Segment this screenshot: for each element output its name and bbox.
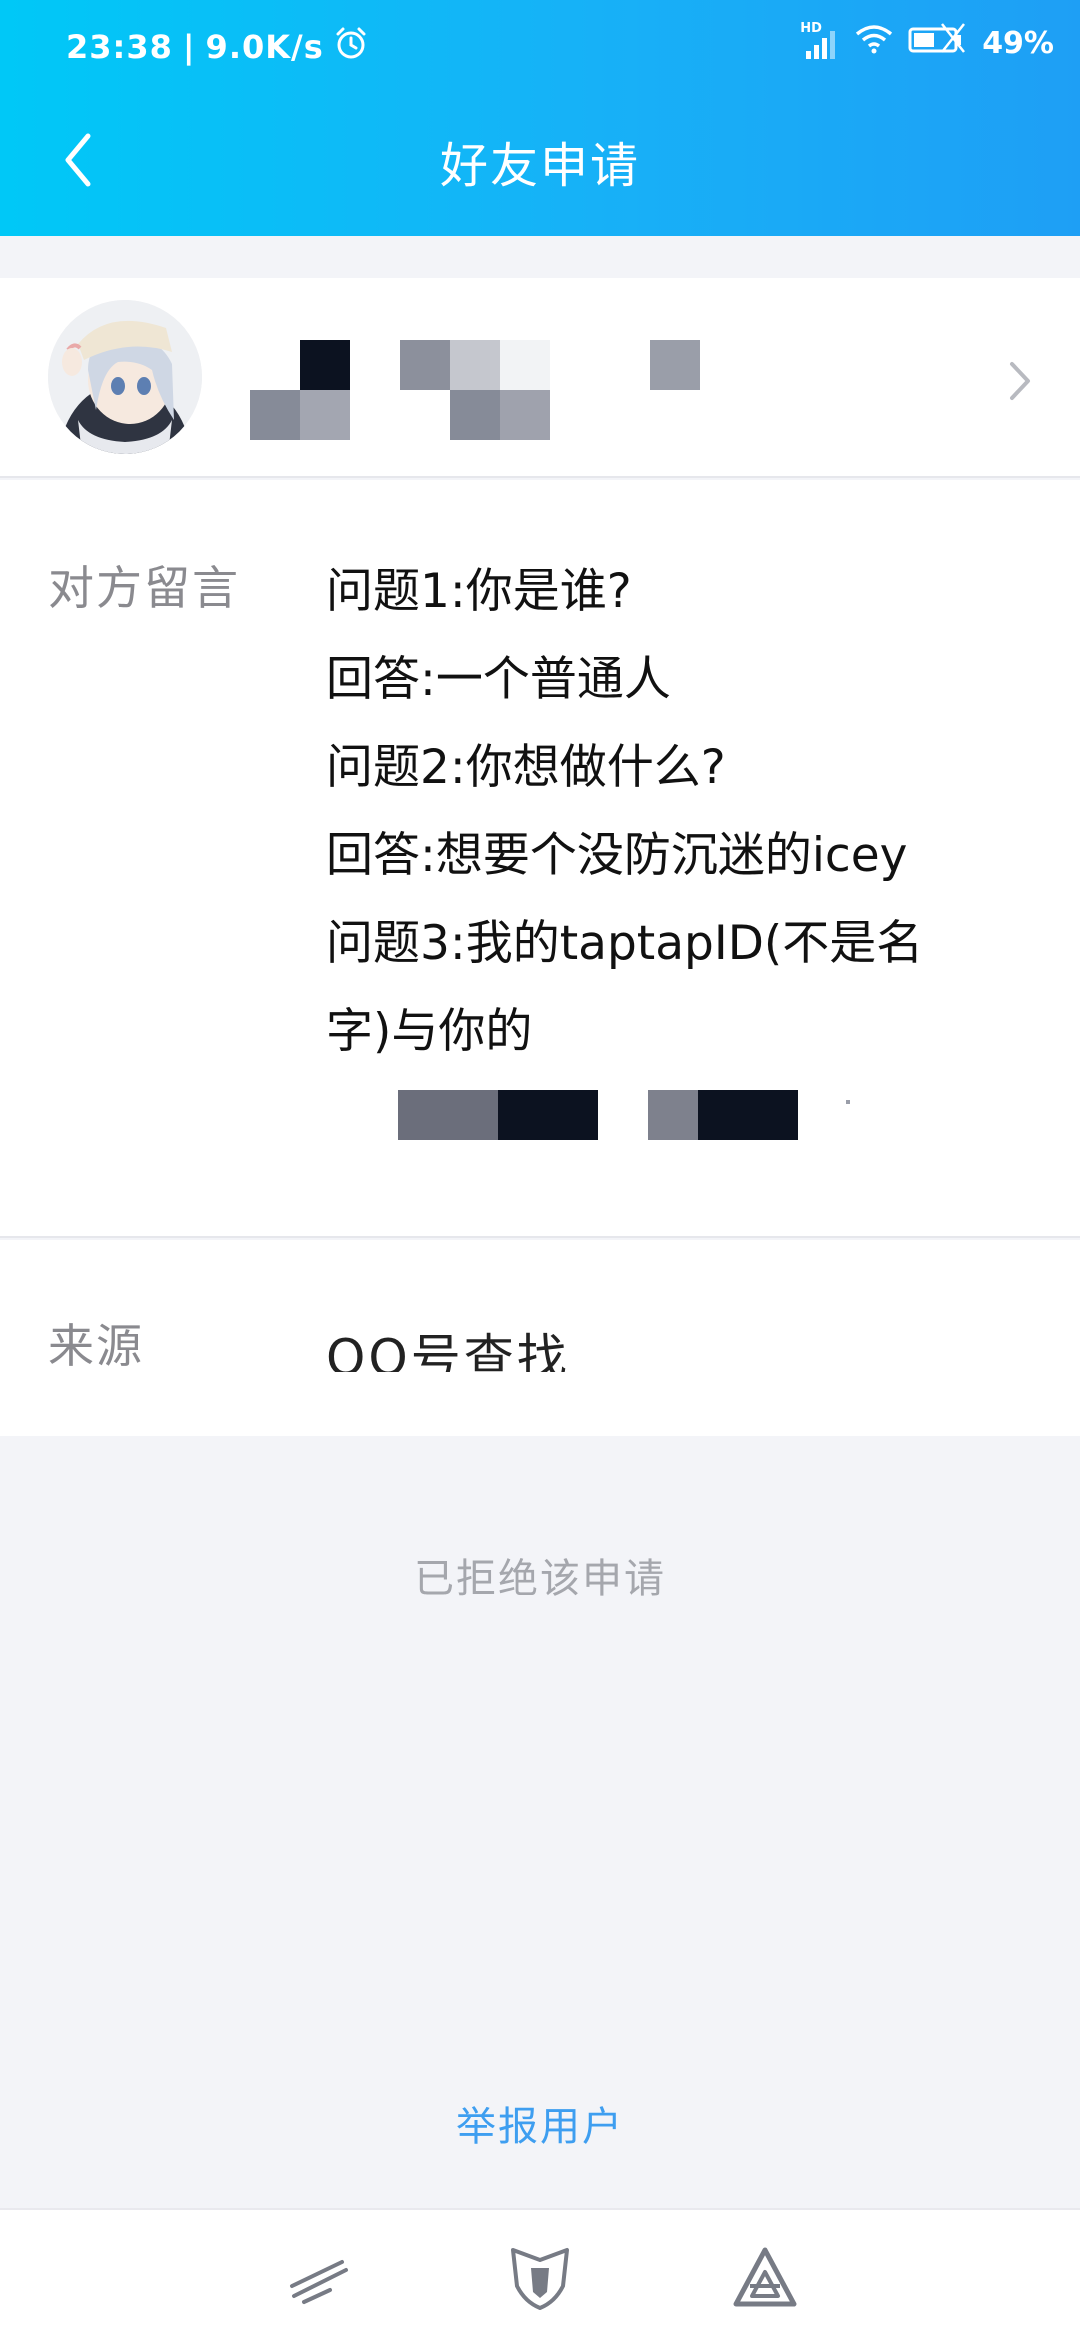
username-mosaic: [250, 340, 720, 440]
status-time: 23:38: [66, 28, 173, 66]
status-bar: 23:38 | 9.0K/s HD 49%: [0, 0, 1080, 96]
message-label: 对方留言: [48, 561, 240, 615]
battery-icon: [908, 22, 968, 64]
mosaic-pixel: [648, 1090, 698, 1140]
shield-icon[interactable]: [505, 2242, 575, 2312]
report-user-link[interactable]: 举报用户: [0, 2094, 1080, 2152]
message-line: 回答:一个普通人: [326, 652, 671, 707]
status-separator: |: [182, 28, 196, 66]
bottom-bar: [0, 2208, 1080, 2340]
header: 23:38 | 9.0K/s HD 49% 好友申请: [0, 0, 1080, 236]
mosaic-pixel: [650, 340, 700, 390]
message-line: 问题3:我的taptapID(不是名: [326, 916, 924, 971]
message-line: 问题1:你是谁?: [326, 564, 632, 619]
mosaic-pixel: [398, 1090, 498, 1140]
mosaic-pixel: [846, 1100, 850, 1104]
avatar[interactable]: [48, 300, 202, 454]
message-mosaic: [398, 1090, 868, 1140]
mosaic-pixel: [250, 390, 300, 440]
source-label: 来源: [48, 1319, 144, 1373]
source-value: QQ号查找: [326, 1329, 570, 1372]
page-title: 好友申请: [439, 138, 640, 194]
status-right: HD 49%: [800, 21, 1054, 64]
message-section: 对方留言 问题1:你是谁? 回答:一个普通人 问题2:你想做什么? 回答:想要个…: [0, 480, 1080, 1238]
message-line: 字)与你的: [326, 1004, 533, 1059]
mosaic-pixel: [400, 340, 450, 390]
mosaic-pixel: [450, 340, 500, 390]
mosaic-pixel: [300, 390, 350, 440]
mosaic-pixel: [300, 340, 350, 390]
alarm-icon: [334, 26, 368, 68]
mosaic-pixel: [500, 340, 550, 390]
status-net-speed: 9.0K/s: [205, 28, 324, 66]
nav-bar: 好友申请: [0, 110, 1080, 210]
message-content: 问题1:你是谁? 回答:一个普通人 问题2:你想做什么? 回答:想要个没防沉迷的…: [326, 548, 1026, 1076]
message-line: 问题2:你想做什么?: [326, 740, 726, 795]
mosaic-pixel: [500, 390, 550, 440]
message-line: 回答:想要个没防沉迷的icey: [326, 828, 908, 883]
mosaic-pixel: [698, 1090, 798, 1140]
slash-lines-icon[interactable]: [284, 2242, 354, 2312]
mosaic-pixel: [498, 1090, 598, 1140]
mosaic-pixel: [450, 390, 500, 440]
triangle-icon[interactable]: [730, 2242, 800, 2312]
battery-level: 49%: [982, 25, 1054, 61]
source-section: 来源 QQ号查找: [0, 1240, 1080, 1436]
status-left: 23:38 | 9.0K/s: [66, 26, 368, 68]
profile-card[interactable]: [0, 278, 1080, 478]
chevron-right-icon: [1010, 362, 1030, 400]
wifi-icon: [854, 23, 894, 63]
request-status: 已拒绝该申请: [414, 1556, 666, 1602]
signal-icon: HD: [800, 21, 840, 61]
